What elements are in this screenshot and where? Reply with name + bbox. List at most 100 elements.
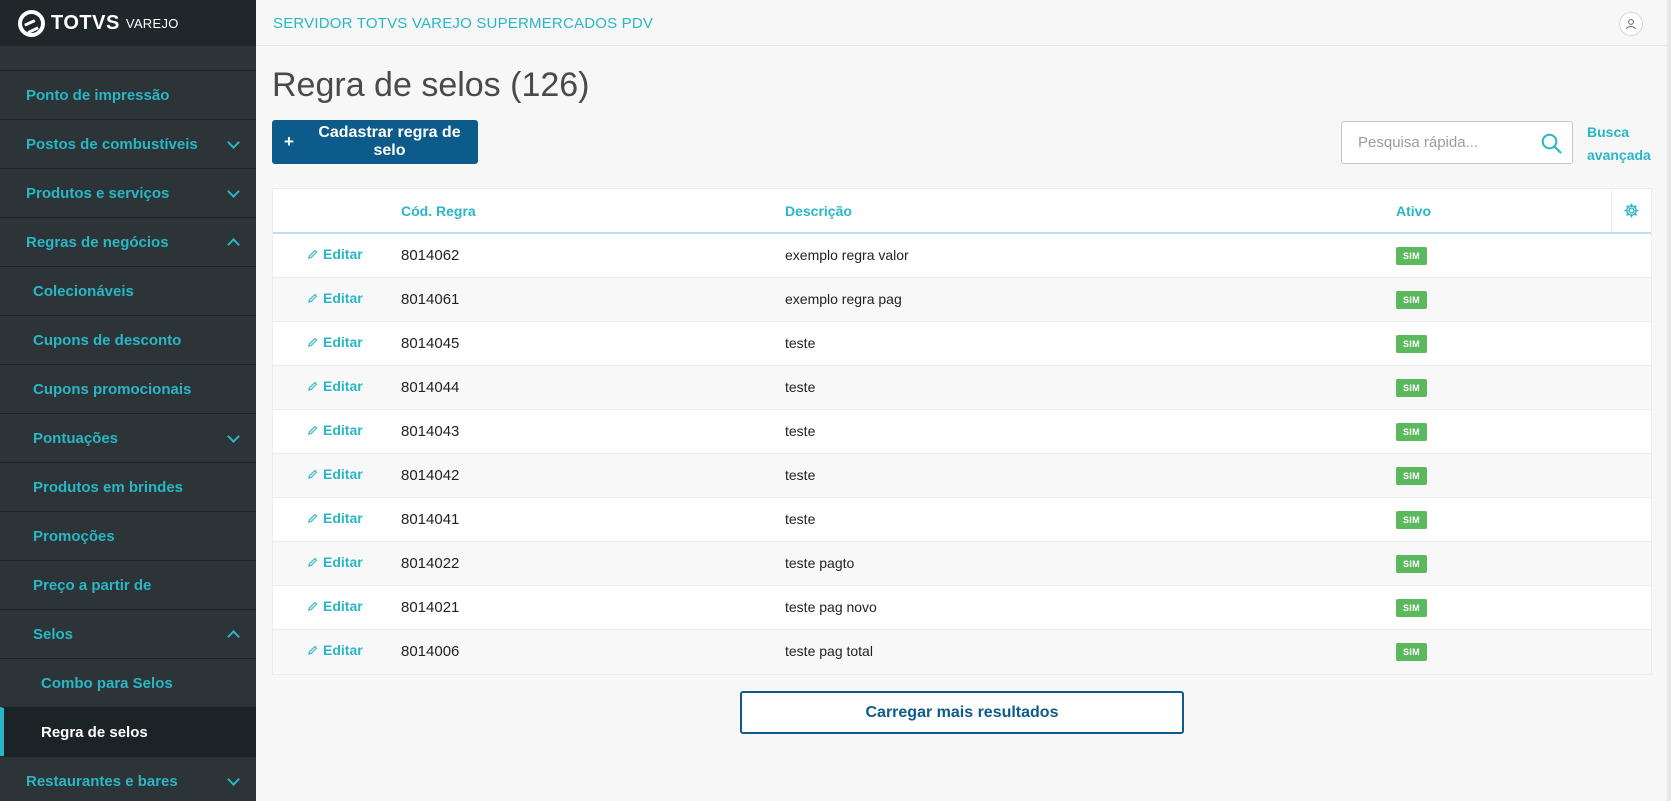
rule-description: teste pag novo: [785, 599, 877, 615]
table-row: Editar 8014042 teste SIM: [273, 454, 1651, 498]
table-row: Editar 8014062 exemplo regra valor SIM: [273, 234, 1651, 278]
load-more-button[interactable]: Carregar mais resultados: [740, 691, 1184, 734]
sidebar-item-12[interactable]: Combo para Selos: [0, 658, 256, 707]
sidebar-item-9[interactable]: Promoções: [0, 511, 256, 560]
edit-label: Editar: [323, 290, 363, 306]
edit-link[interactable]: Editar: [307, 466, 363, 482]
chevron-up-icon: [227, 629, 240, 643]
pencil-icon: [308, 513, 318, 523]
chevron-down-icon: [227, 429, 240, 443]
active-badge: SIM: [1396, 291, 1427, 309]
pencil-icon: [308, 469, 318, 479]
seal-rules-table: Cód. Regra Descrição Ativo Editar 8014062…: [272, 188, 1652, 675]
sidebar-item-label: Regras de negócios: [26, 233, 169, 251]
rule-code: 8014006: [401, 643, 460, 660]
edit-label: Editar: [323, 422, 363, 438]
edit-link[interactable]: Editar: [307, 422, 363, 438]
table-row: Editar 8014043 teste SIM: [273, 410, 1651, 454]
table-row: Editar 8014045 teste SIM: [273, 322, 1651, 366]
add-seal-rule-button[interactable]: + Cadastrar regra de selo: [272, 120, 478, 164]
search-icon[interactable]: [1541, 133, 1562, 154]
edit-label: Editar: [323, 466, 363, 482]
table-row: Editar 8014061 exemplo regra pag SIM: [273, 278, 1651, 322]
chevron-down-icon: [227, 772, 240, 786]
rule-description: teste pagto: [785, 555, 855, 571]
active-badge: SIM: [1396, 599, 1427, 617]
sidebar-item-10[interactable]: Preço a partir de: [0, 560, 256, 609]
table-settings-button[interactable]: [1611, 189, 1651, 232]
table-row: Editar 8014021 teste pag novo SIM: [273, 586, 1651, 630]
sidebar-item-label: Preço a partir de: [33, 576, 152, 594]
pencil-icon: [308, 601, 318, 611]
sidebar-item-6[interactable]: Cupons promocionais: [0, 364, 256, 413]
edit-link[interactable]: Editar: [307, 598, 363, 614]
pencil-icon: [308, 425, 318, 435]
totvs-logo-icon: [18, 9, 45, 37]
pencil-icon: [308, 249, 318, 259]
rule-description: teste: [785, 467, 816, 483]
sidebar-item-label: Promoções: [33, 527, 115, 545]
rule-code: 8014061: [401, 291, 460, 308]
rule-code: 8014043: [401, 423, 460, 440]
chevron-up-icon: [227, 237, 240, 251]
edit-link[interactable]: Editar: [307, 510, 363, 526]
edit-link[interactable]: Editar: [307, 246, 363, 262]
sidebar-item-3[interactable]: Regras de negócios: [0, 217, 256, 266]
add-seal-rule-label: Cadastrar regra de selo: [318, 124, 461, 159]
brand-logo[interactable]: TOTVS VAREJO: [0, 0, 256, 46]
brand-name: TOTVS: [51, 11, 120, 34]
column-header-code[interactable]: Cód. Regra: [401, 203, 476, 219]
active-badge: SIM: [1396, 379, 1427, 397]
page-title: Regra de selos (126): [272, 66, 590, 104]
edit-link[interactable]: Editar: [307, 290, 363, 306]
column-header-description[interactable]: Descrição: [785, 203, 852, 219]
edit-label: Editar: [323, 554, 363, 570]
sidebar-item-8[interactable]: Produtos em brindes: [0, 462, 256, 511]
sidebar-item-label: Colecionáveis: [33, 282, 134, 300]
active-badge: SIM: [1396, 555, 1427, 573]
table-header: Cód. Regra Descrição Ativo: [273, 189, 1651, 234]
edit-link[interactable]: Editar: [307, 334, 363, 350]
active-badge: SIM: [1396, 335, 1427, 353]
plus-icon: +: [284, 132, 294, 151]
rule-code: 8014022: [401, 555, 460, 572]
pencil-icon: [308, 337, 318, 347]
sidebar-item-11[interactable]: Selos: [0, 609, 256, 658]
sidebar-item-13[interactable]: Regra de selos: [0, 707, 256, 756]
rule-code: 8014041: [401, 511, 460, 528]
pencil-icon: [308, 645, 318, 655]
sidebar-item-2[interactable]: Produtos e serviços: [0, 168, 256, 217]
sidebar-item-label: Pontuações: [33, 429, 119, 447]
rule-description: teste: [785, 379, 816, 395]
active-badge: SIM: [1396, 467, 1427, 485]
table-row: Editar 8014041 teste SIM: [273, 498, 1651, 542]
edit-link[interactable]: Editar: [307, 642, 363, 658]
rule-code: 8014044: [401, 379, 460, 396]
sidebar-item-label: Combo para Selos: [41, 674, 173, 692]
chevron-down-icon: [227, 135, 240, 149]
sidebar-nav: Ponto de impressão Postos de combustíveis…: [0, 70, 256, 801]
user-menu-button[interactable]: [1619, 12, 1643, 36]
user-icon: [1626, 19, 1636, 30]
edit-label: Editar: [323, 378, 363, 394]
edit-link[interactable]: Editar: [307, 554, 363, 570]
advanced-search-link[interactable]: Busca avançada: [1587, 121, 1657, 167]
chevron-down-icon: [227, 184, 240, 198]
sidebar-item-7[interactable]: Pontuações: [0, 413, 256, 462]
sidebar-item-label: Restaurantes e bares: [26, 772, 178, 790]
sidebar-item-4[interactable]: Colecionáveis: [0, 266, 256, 315]
column-header-active[interactable]: Ativo: [1396, 203, 1431, 219]
pencil-icon: [308, 557, 318, 567]
sidebar-item-5[interactable]: Cupons de desconto: [0, 315, 256, 364]
edit-link[interactable]: Editar: [307, 378, 363, 394]
quick-search-input[interactable]: [1358, 122, 1538, 163]
sidebar-item-label: Selos: [33, 625, 74, 643]
active-badge: SIM: [1396, 423, 1427, 441]
sidebar-item-0[interactable]: Ponto de impressão: [0, 70, 256, 119]
edit-label: Editar: [323, 642, 363, 658]
rule-code: 8014021: [401, 599, 460, 616]
sidebar-item-1[interactable]: Postos de combustíveis: [0, 119, 256, 168]
sidebar-item-14[interactable]: Restaurantes e bares: [0, 756, 256, 801]
rule-description: exemplo regra valor: [785, 247, 909, 263]
page-scrollbar[interactable]: [1667, 0, 1671, 801]
